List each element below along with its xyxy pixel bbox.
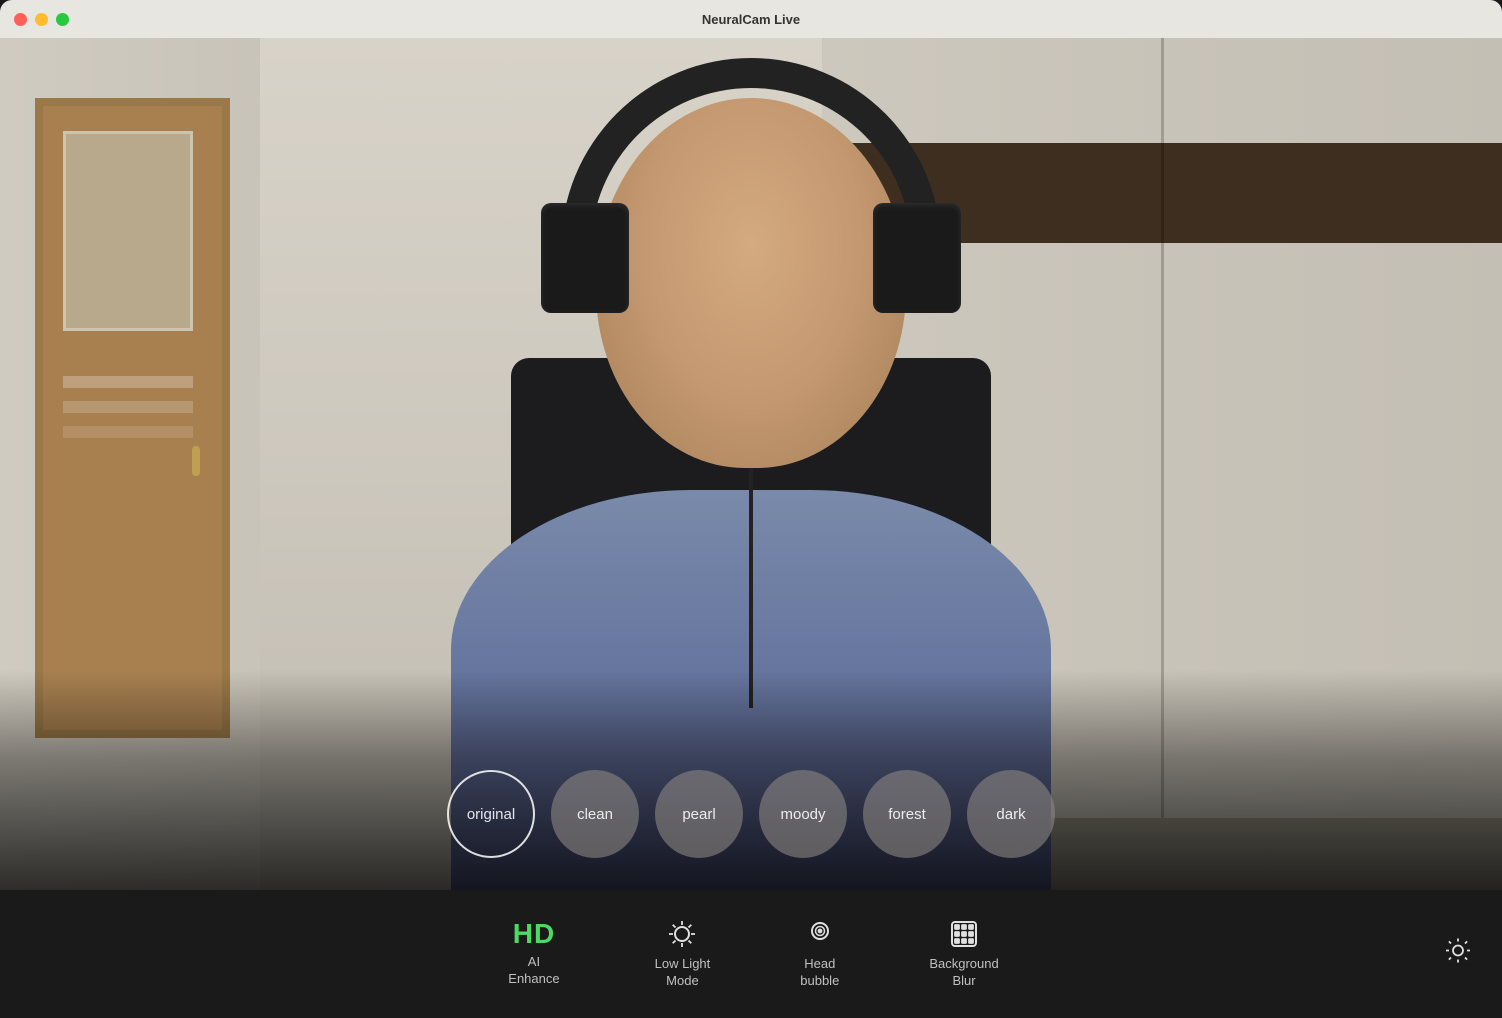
background-blur-icon: [948, 918, 980, 950]
window-controls: [14, 13, 69, 26]
titlebar: NeuralCam Live: [0, 0, 1502, 38]
filter-clean[interactable]: clean: [551, 770, 639, 858]
bottom-toolbar: HD AIEnhance Low LightMode: [0, 890, 1502, 1018]
headphones: [541, 58, 961, 378]
filter-original[interactable]: original: [447, 770, 535, 858]
door-glass: [63, 131, 193, 331]
door-frame: [35, 98, 230, 738]
filter-dark[interactable]: dark: [967, 770, 1055, 858]
toolbar-background-blur[interactable]: BackgroundBlur: [884, 918, 1043, 990]
close-button[interactable]: [14, 13, 27, 26]
toolbar-ai-enhance[interactable]: HD AIEnhance: [458, 920, 609, 988]
door-stripe-3: [63, 426, 193, 438]
filter-pearl[interactable]: pearl: [655, 770, 743, 858]
head-bubble-icon: [804, 918, 836, 950]
toolbar-low-light[interactable]: Low LightMode: [610, 918, 756, 990]
door-stripe-2: [63, 401, 193, 413]
hd-badge: HD: [513, 920, 555, 948]
door-stripe-1: [63, 376, 193, 388]
maximize-button[interactable]: [56, 13, 69, 26]
background-blur-label: BackgroundBlur: [929, 956, 998, 990]
low-light-label: Low LightMode: [655, 956, 711, 990]
camera-view: original clean pearl moody forest dark: [0, 38, 1502, 890]
headphone-cup-left: [541, 203, 629, 313]
filter-forest[interactable]: forest: [863, 770, 951, 858]
filter-moody[interactable]: moody: [759, 770, 847, 858]
door-handle: [192, 446, 200, 476]
head-bubble-label: Headbubble: [800, 956, 839, 990]
window-title: NeuralCam Live: [702, 12, 800, 27]
filter-pills: original clean pearl moody forest dark: [447, 770, 1055, 858]
settings-icon: [1444, 937, 1472, 965]
settings-button[interactable]: [1444, 937, 1472, 972]
low-light-icon: [666, 918, 698, 950]
minimize-button[interactable]: [35, 13, 48, 26]
ai-enhance-label: AIEnhance: [508, 954, 559, 988]
toolbar-head-bubble[interactable]: Headbubble: [755, 918, 884, 990]
door-inner: [43, 106, 222, 730]
headphone-cup-right: [873, 203, 961, 313]
